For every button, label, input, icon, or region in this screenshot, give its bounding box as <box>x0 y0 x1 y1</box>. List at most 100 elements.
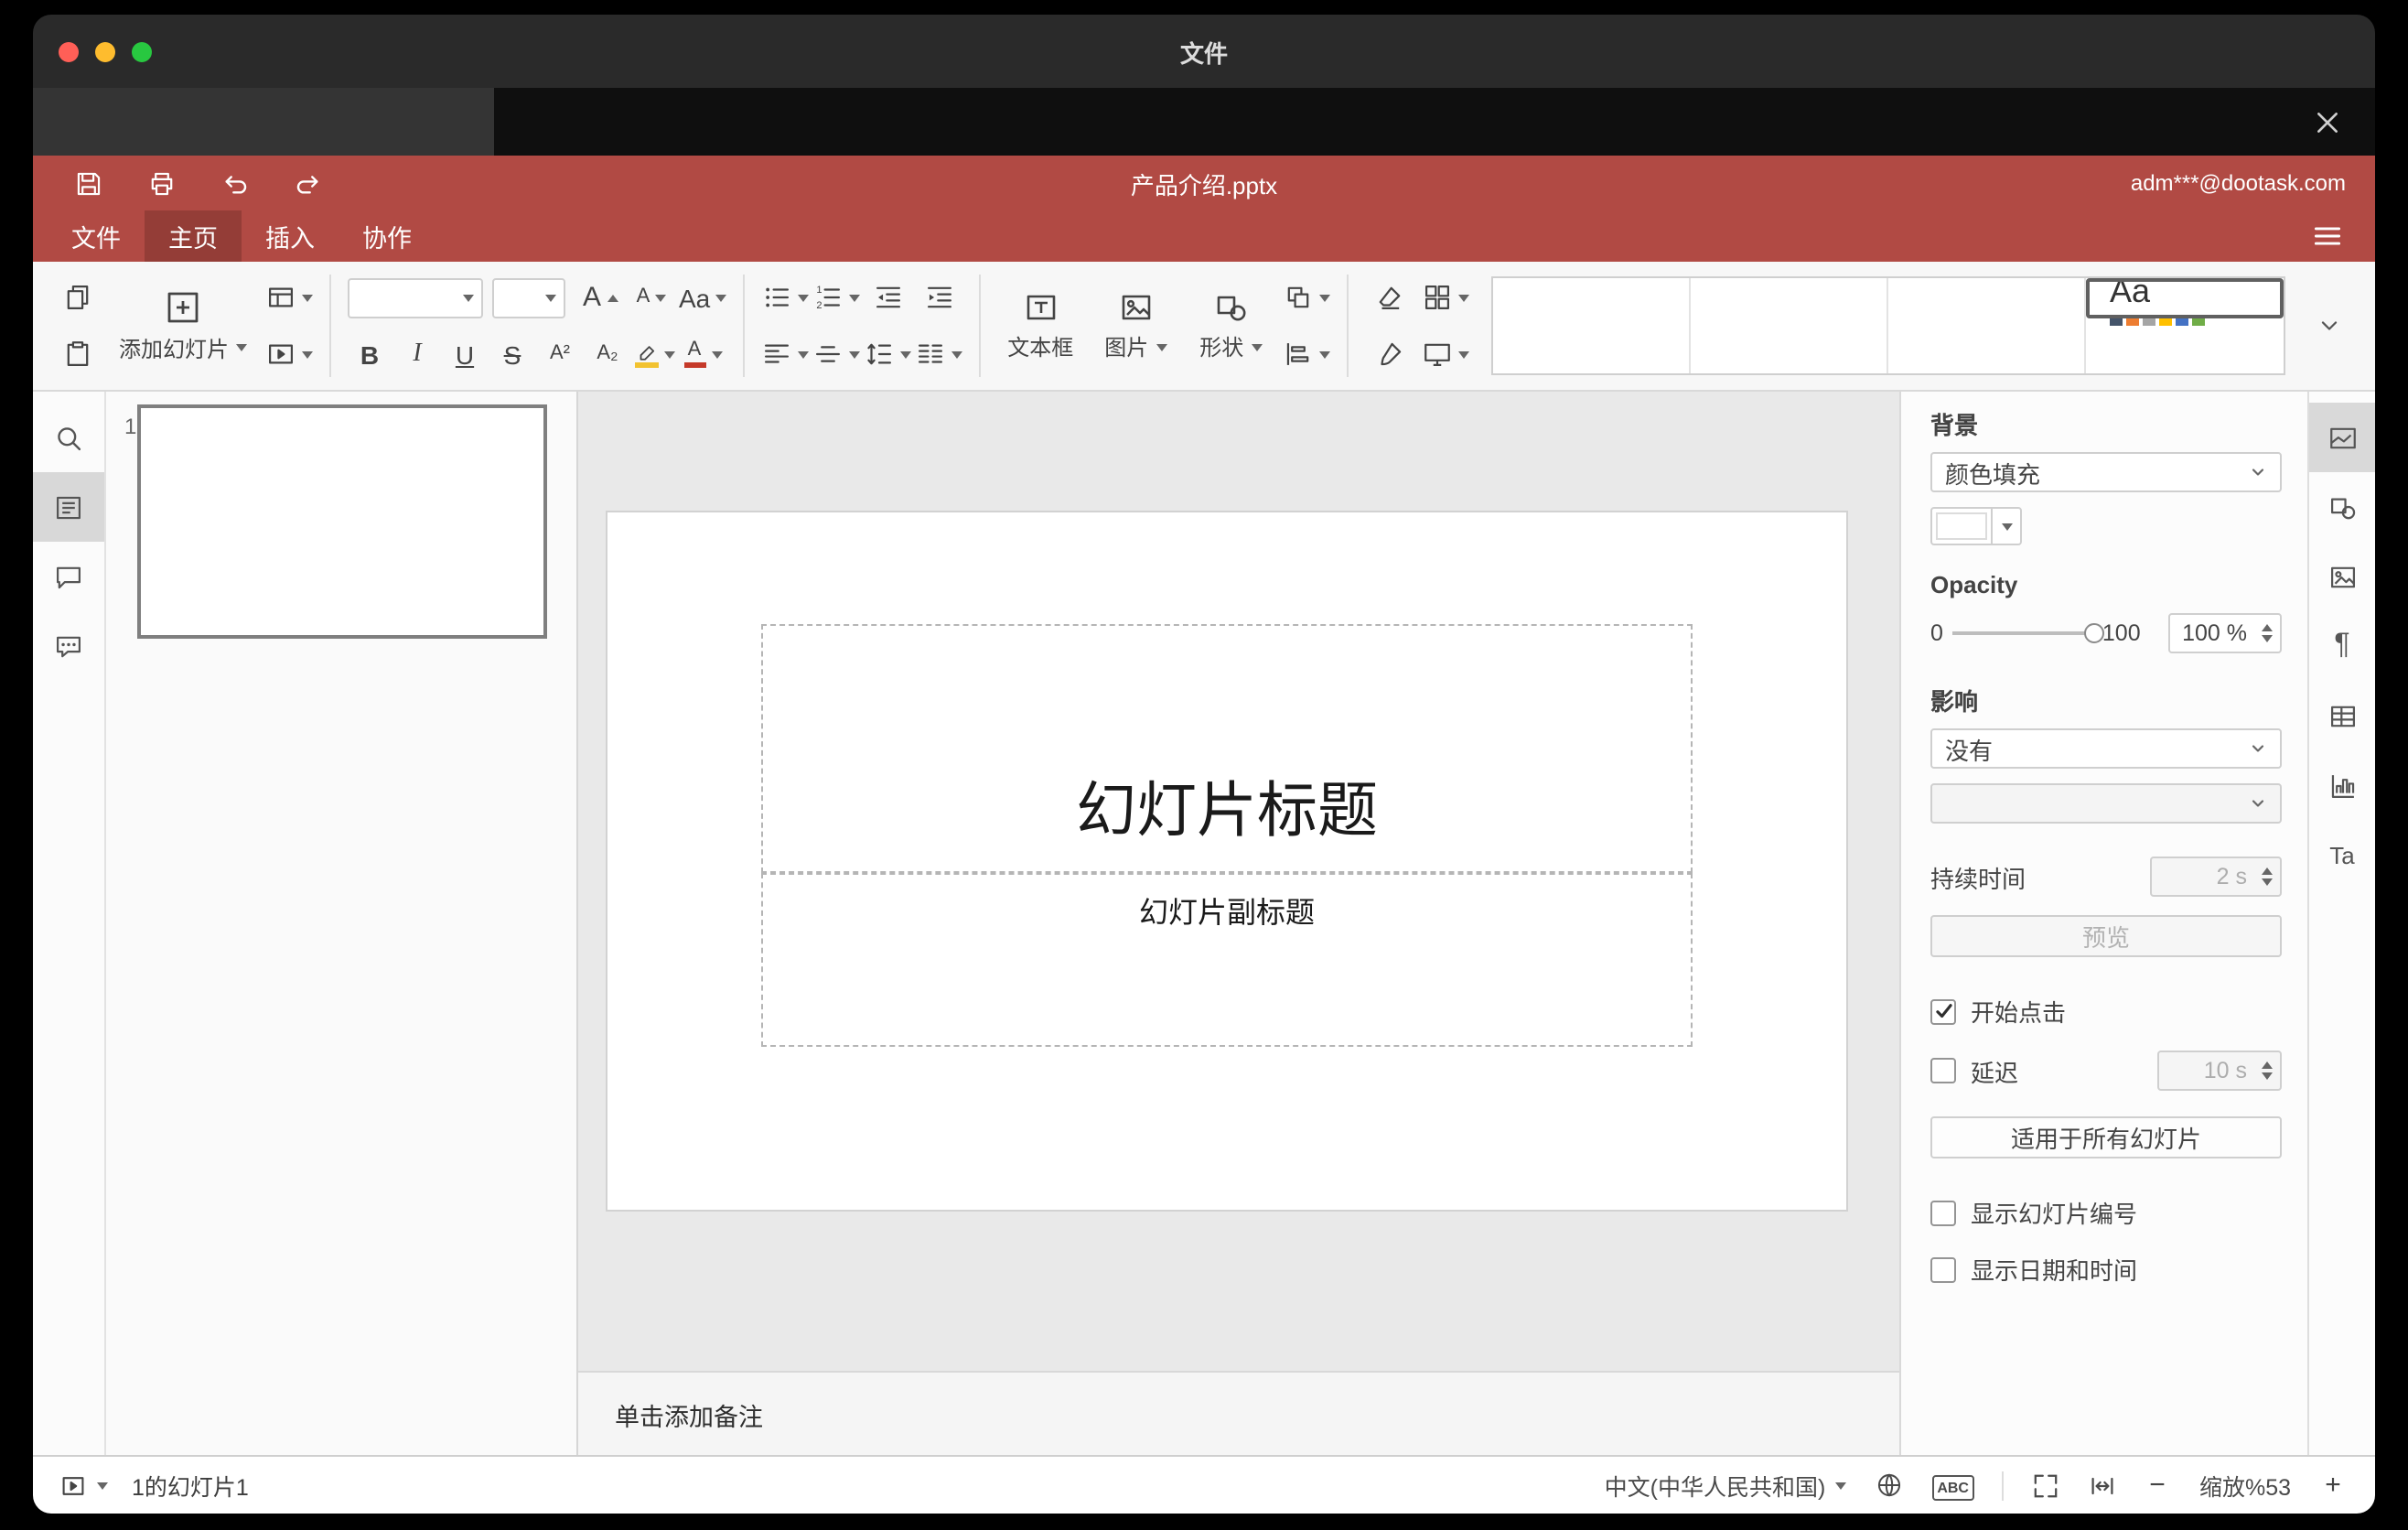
change-case-button[interactable]: Aa <box>679 273 727 322</box>
zoom-out-button[interactable]: − <box>2145 1470 2170 1501</box>
decrease-font-button[interactable]: A <box>628 273 675 322</box>
show-date-time-checkbox[interactable] <box>1930 1256 1956 1282</box>
font-name-select[interactable] <box>348 277 483 318</box>
spin-down-icon[interactable] <box>2261 1072 2272 1081</box>
highlighter-icon <box>640 346 655 361</box>
chevron-down-icon <box>2001 523 2012 530</box>
tab-home[interactable]: 主页 <box>145 210 242 262</box>
opacity-slider[interactable] <box>1951 623 2104 643</box>
redo-button[interactable] <box>293 167 324 199</box>
theme-thumbnail[interactable] <box>1888 278 2086 373</box>
opacity-spinner[interactable]: 100 % <box>2168 613 2282 653</box>
highlight-color-button[interactable] <box>633 329 677 379</box>
spell-check-button[interactable]: ABC <box>1931 1472 1974 1501</box>
subtitle-placeholder[interactable]: 幻灯片副标题 <box>761 873 1693 1047</box>
theme-gallery-expand-button[interactable] <box>2302 286 2357 366</box>
duration-spinner[interactable]: 2 s <box>2150 857 2282 897</box>
increase-indent-button[interactable] <box>915 273 962 322</box>
bold-button[interactable]: B <box>348 329 392 379</box>
effect-option-select[interactable] <box>1930 783 2282 824</box>
subscript-button[interactable]: A₂ <box>586 329 629 379</box>
hamburger-menu-icon[interactable] <box>2311 220 2348 253</box>
undo-button[interactable] <box>220 167 251 199</box>
search-button[interactable] <box>33 403 104 472</box>
start-on-click-checkbox[interactable] <box>1930 998 1956 1024</box>
vertical-align-button[interactable] <box>812 329 861 379</box>
print-button[interactable] <box>146 167 177 199</box>
comments-button[interactable] <box>33 542 104 611</box>
start-slideshow-status-button[interactable] <box>59 1471 108 1500</box>
slide-size-button[interactable] <box>1422 329 1470 379</box>
slides-panel-button[interactable] <box>33 472 104 542</box>
tab-collaboration[interactable]: 协作 <box>339 210 435 262</box>
tab-insert[interactable]: 插入 <box>242 210 339 262</box>
apply-to-all-slides-button[interactable]: 适用于所有幻灯片 <box>1930 1116 2282 1158</box>
chart-settings-button[interactable] <box>2309 750 2375 820</box>
spin-up-icon[interactable] <box>2261 623 2272 631</box>
zoom-in-button[interactable]: + <box>2320 1470 2346 1501</box>
shape-settings-button[interactable] <box>2309 472 2375 542</box>
font-color-button[interactable]: A <box>681 329 725 379</box>
preview-button[interactable]: 预览 <box>1930 915 2282 957</box>
fit-to-width-button[interactable] <box>2088 1471 2117 1500</box>
save-button[interactable] <box>73 167 104 199</box>
spin-down-icon[interactable] <box>2261 878 2272 887</box>
tab-file[interactable]: 文件 <box>48 210 145 262</box>
slider-knob[interactable] <box>2083 623 2104 643</box>
underline-button[interactable]: U <box>443 329 487 379</box>
bullet-list-button[interactable] <box>761 273 810 322</box>
effect-select[interactable]: 没有 <box>1930 728 2282 769</box>
fit-to-slide-button[interactable] <box>2031 1471 2060 1500</box>
columns-button[interactable] <box>915 329 963 379</box>
paste-button[interactable] <box>53 329 101 379</box>
slide-settings-button[interactable] <box>2309 403 2375 472</box>
insert-image-button[interactable]: 图片 <box>1092 269 1178 382</box>
minimize-window-button[interactable] <box>95 41 115 61</box>
horizontal-align-button[interactable] <box>761 329 810 379</box>
italic-button[interactable]: I <box>395 329 439 379</box>
text-art-settings-button[interactable]: Ta <box>2309 820 2375 889</box>
delay-checkbox[interactable] <box>1930 1058 1956 1083</box>
line-spacing-button[interactable] <box>864 329 912 379</box>
language-selector[interactable]: 中文(中华人民共和国) <box>1605 1468 1846 1503</box>
fill-type-select[interactable]: 颜色填充 <box>1930 452 2282 492</box>
spin-down-icon[interactable] <box>2261 635 2272 643</box>
notes-area[interactable]: 单击添加备注 <box>578 1371 1899 1455</box>
paragraph-settings-button[interactable]: ¶ <box>2309 611 2375 681</box>
copy-button[interactable] <box>53 273 101 322</box>
superscript-button[interactable]: A² <box>538 329 582 379</box>
theme-thumbnail[interactable] <box>1493 278 1691 373</box>
theme-thumbnail[interactable] <box>1691 278 1888 373</box>
title-placeholder[interactable]: 幻灯片标题 <box>761 624 1693 873</box>
insert-shape-button[interactable]: 形状 <box>1188 269 1274 382</box>
strikethrough-button[interactable]: S <box>490 329 534 379</box>
font-size-select[interactable] <box>492 277 565 318</box>
spin-up-icon[interactable] <box>2261 867 2272 875</box>
close-icon[interactable] <box>2306 101 2348 143</box>
slide-canvas[interactable]: 幻灯片标题 幻灯片副标题 <box>607 512 1846 1210</box>
spin-up-icon[interactable] <box>2261 1061 2272 1069</box>
close-window-button[interactable] <box>59 41 79 61</box>
decrease-indent-button[interactable] <box>864 273 911 322</box>
align-shape-button[interactable] <box>1283 329 1331 379</box>
insert-textbox-button[interactable]: 文本框 <box>997 269 1083 382</box>
color-scheme-button[interactable] <box>1422 273 1470 322</box>
copy-style-button[interactable] <box>1365 329 1413 379</box>
show-slide-number-checkbox[interactable] <box>1930 1200 1956 1225</box>
increase-font-button[interactable]: A <box>576 273 624 322</box>
add-slide-button[interactable]: 添加幻灯片 <box>110 269 256 382</box>
numbered-list-button[interactable]: 12 <box>812 273 861 322</box>
delay-spinner[interactable]: 10 s <box>2157 1051 2282 1091</box>
fill-color-select[interactable] <box>1930 507 2022 545</box>
document-language-button[interactable] <box>1873 1470 1904 1501</box>
clear-style-button[interactable] <box>1365 273 1413 322</box>
slide-thumbnail-1[interactable] <box>137 404 547 639</box>
table-settings-button[interactable] <box>2309 681 2375 750</box>
change-slide-layout-button[interactable] <box>265 273 313 322</box>
image-settings-button[interactable] <box>2309 542 2375 611</box>
theme-thumbnail-selected[interactable]: Aa <box>2086 272 2284 325</box>
start-slideshow-button[interactable] <box>265 329 313 379</box>
arrange-shape-button[interactable] <box>1283 273 1331 322</box>
feedback-button[interactable] <box>33 611 104 681</box>
zoom-window-button[interactable] <box>132 41 152 61</box>
